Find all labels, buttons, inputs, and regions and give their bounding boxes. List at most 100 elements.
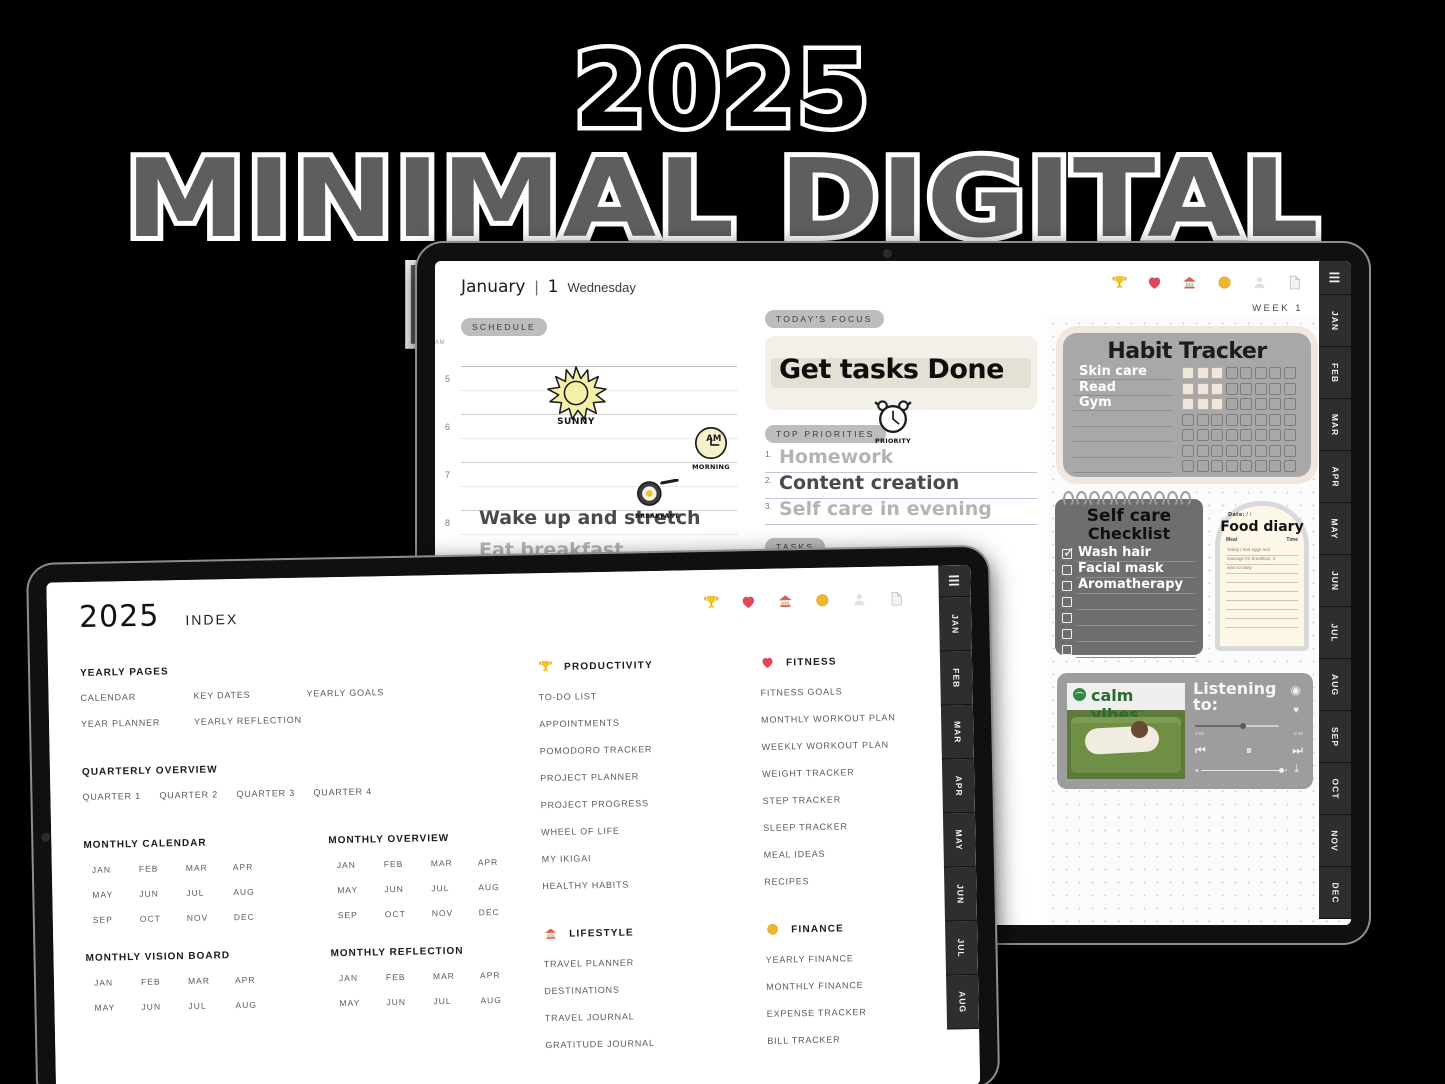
month-link[interactable]: FEB (384, 858, 431, 869)
index-link[interactable]: MONTHLY FINANCE (766, 978, 976, 992)
index-link[interactable]: RECIPES (764, 873, 974, 887)
person-icon[interactable] (851, 591, 868, 608)
month-tab-may[interactable]: MAY (942, 812, 976, 868)
index-link-key-dates[interactable]: KEY DATES (193, 689, 306, 701)
index-link[interactable]: MY IKIGAI (542, 850, 752, 864)
index-link[interactable]: SLEEP TRACKER (763, 819, 973, 833)
month-link[interactable]: MAR (188, 975, 235, 986)
month-tab-jun[interactable]: JUN (1319, 555, 1351, 607)
month-link[interactable]: APR (235, 974, 282, 985)
month-tab-nov[interactable]: NOV (1319, 815, 1351, 867)
cast-icon[interactable]: ◉ (1291, 683, 1301, 697)
month-link[interactable]: SEP (93, 914, 140, 924)
food-diary-note-line[interactable]: Today I had eggs and (1226, 547, 1298, 556)
checkbox[interactable] (1062, 565, 1072, 576)
month-link[interactable]: JAN (92, 864, 139, 874)
priority-row[interactable]: 2. Content creation (765, 472, 1037, 499)
month-tab-may[interactable]: MAY (1319, 503, 1351, 555)
food-diary-date-row[interactable]: Date: / / (1228, 512, 1304, 518)
index-link-yearly-goals[interactable]: YEARLY GOALS (306, 686, 426, 698)
person-icon[interactable] (1251, 274, 1268, 291)
index-link[interactable]: WHEEL OF LIFE (541, 823, 751, 838)
habit-row[interactable] (1073, 413, 1301, 427)
habit-name[interactable]: Skin care (1079, 364, 1147, 379)
month-link[interactable]: MAY (94, 1002, 141, 1012)
document-icon[interactable] (888, 590, 905, 607)
month-tab-jul[interactable]: JUL (945, 920, 979, 976)
month-link[interactable]: MAY (92, 889, 139, 899)
index-link[interactable]: MONTHLY WORKOUT PLAN (761, 711, 971, 725)
habit-row[interactable]: Skin care (1073, 364, 1301, 380)
self-care-item[interactable]: Wash hair (1062, 544, 1196, 562)
food-diary-note[interactable]: Today I had eggs and (1227, 547, 1270, 552)
self-care-item[interactable]: Aromatherapy (1062, 577, 1196, 594)
month-link[interactable]: JUN (384, 883, 431, 894)
month-link[interactable]: APR (478, 857, 525, 867)
index-link[interactable]: WEIGHT TRACKER (762, 765, 972, 779)
index-link[interactable]: HEALTHY HABITS (542, 877, 752, 892)
habit-name[interactable]: Gym (1079, 395, 1112, 410)
month-tab-mar[interactable]: MAR (940, 704, 974, 760)
daily-day-number[interactable]: 1 (548, 277, 559, 297)
habit-row[interactable]: Gym (1073, 395, 1301, 411)
month-link[interactable]: FEB (139, 863, 186, 874)
food-diary-note-line[interactable] (1226, 619, 1298, 628)
month-tab-jan[interactable]: JAN (938, 596, 972, 652)
month-link[interactable]: JAN (337, 859, 384, 870)
month-link[interactable]: JUN (139, 888, 186, 899)
index-link[interactable]: MEAL IDEAS (764, 846, 974, 860)
self-care-item[interactable] (1062, 627, 1196, 642)
month-link[interactable]: JUL (188, 1000, 235, 1011)
index-link-year-planner[interactable]: YEAR PLANNER (81, 717, 194, 729)
index-link-quarter-1[interactable]: QUARTER 1 (82, 791, 159, 802)
progress-bar[interactable] (1195, 723, 1279, 729)
index-link-calendar[interactable]: CALENDAR (80, 691, 193, 703)
month-link[interactable]: FEB (386, 971, 433, 982)
self-care-text[interactable]: Wash hair (1078, 545, 1151, 560)
habit-row[interactable]: Read (1073, 380, 1301, 396)
previous-track-icon[interactable]: ⏮ (1195, 743, 1206, 758)
month-link[interactable]: MAY (337, 884, 384, 895)
month-link[interactable]: AUG (480, 994, 527, 1005)
month-link[interactable]: MAR (433, 970, 480, 981)
heart-icon[interactable] (740, 593, 757, 610)
month-tab-jan[interactable]: JAN (1319, 295, 1351, 347)
month-tab-apr[interactable]: APR (1319, 451, 1351, 503)
month-tab-jun[interactable]: JUN (943, 866, 978, 922)
food-diary-note-line[interactable] (1226, 592, 1298, 601)
index-link-quarter-3[interactable]: QUARTER 3 (236, 788, 313, 799)
self-care-item[interactable]: Facial mask (1062, 561, 1196, 578)
document-icon[interactable] (1286, 274, 1303, 291)
checkbox[interactable] (1062, 629, 1072, 640)
month-link[interactable]: DEC (479, 907, 526, 917)
self-care-widget[interactable]: Self care Checklist Wash hair Facial mas… (1055, 491, 1203, 658)
habit-row[interactable] (1073, 428, 1301, 442)
month-link[interactable]: AUG (233, 886, 280, 897)
menu-icon[interactable]: ☰ (938, 564, 971, 598)
index-link[interactable]: POMODORO TRACKER (540, 742, 750, 756)
priority-text[interactable]: Content creation (779, 472, 959, 494)
index-link[interactable]: GRATITUDE JOURNAL (545, 1036, 755, 1050)
download-icon[interactable]: ⤓ (1294, 763, 1299, 776)
trophy-icon[interactable] (703, 594, 720, 611)
month-link[interactable]: NOV (187, 912, 234, 923)
checkbox[interactable] (1062, 581, 1072, 592)
index-link[interactable]: TRAVEL PLANNER (544, 955, 754, 969)
month-tab-apr[interactable]: APR (941, 758, 975, 814)
index-link[interactable]: APPOINTMENTS (539, 715, 749, 730)
month-link[interactable]: FEB (141, 976, 188, 987)
month-tab-feb[interactable]: FEB (1319, 347, 1351, 399)
month-link[interactable]: MAR (186, 862, 233, 873)
month-tab-aug[interactable]: AUG (946, 974, 980, 1030)
next-track-icon[interactable]: ⏭ (1292, 743, 1303, 758)
month-link[interactable]: AUG (478, 882, 525, 892)
checkbox[interactable] (1062, 645, 1072, 656)
month-link[interactable]: JAN (94, 977, 141, 987)
priority-text[interactable]: Homework (779, 446, 893, 468)
heart-icon[interactable] (1146, 274, 1163, 291)
food-diary-note[interactable]: sausage for breakfast, it (1227, 556, 1275, 561)
checkbox[interactable] (1062, 597, 1072, 608)
month-tab-dec[interactable]: DEC (1319, 867, 1351, 919)
food-diary-widget[interactable]: Date: / / Food diary Meal Time Today I h… (1215, 501, 1309, 651)
month-link[interactable]: NOV (432, 907, 479, 918)
